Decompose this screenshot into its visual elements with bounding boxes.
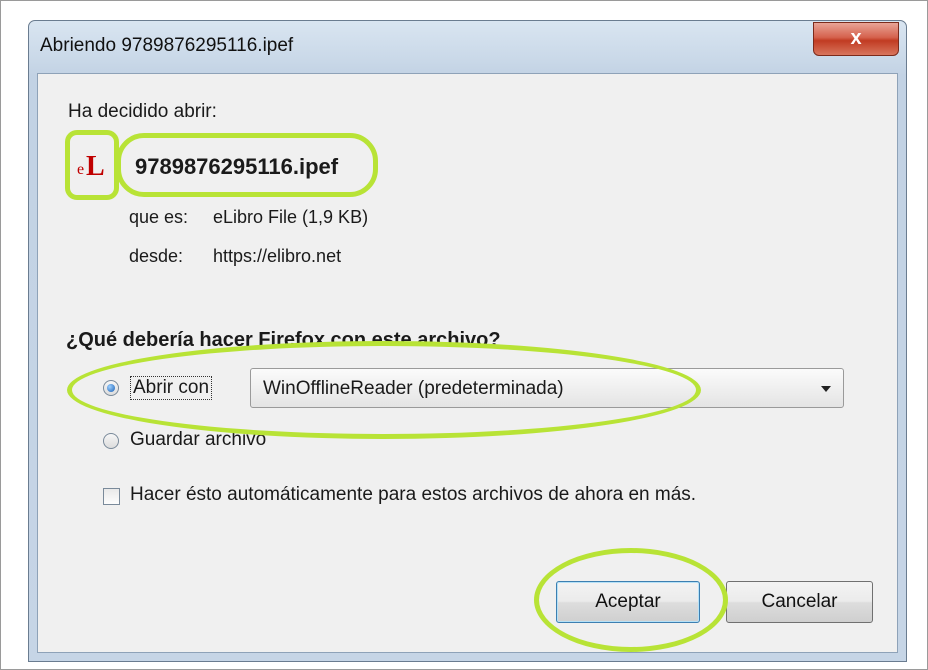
file-source-label: desde:: [129, 246, 184, 266]
open-with-radio[interactable]: [103, 380, 119, 396]
dialog-title: Abriendo 9789876295116.ipef: [40, 35, 294, 56]
save-file-radio[interactable]: [103, 433, 119, 449]
elibro-icon-e: e: [77, 161, 85, 178]
open-with-label[interactable]: Abrir con: [130, 376, 213, 400]
file-name: 9789876295116.ipef: [135, 154, 339, 179]
application-select-value: WinOfflineReader (predeterminada): [263, 378, 564, 399]
file-type-label: que es:: [129, 207, 189, 227]
auto-action-label[interactable]: Hacer ésto automáticamente para estos ar…: [130, 484, 696, 506]
title-bar[interactable]: Abriendo 9789876295116.ipef x: [29, 21, 906, 71]
cancel-button[interactable]: Cancelar: [726, 581, 873, 623]
chevron-down-icon: [821, 386, 831, 392]
intro-text: Ha decidido abrir:: [68, 101, 217, 122]
file-type-value: eLibro File (1,9 KB): [213, 207, 369, 227]
file-source-value: https://elibro.net: [213, 246, 342, 266]
open-file-dialog: Abriendo 9789876295116.ipef x Ha decidid…: [28, 20, 907, 662]
elibro-icon: e L: [73, 151, 117, 185]
screenshot-frame: Abriendo 9789876295116.ipef x Ha decidid…: [0, 0, 928, 670]
elibro-icon-l: L: [86, 151, 105, 182]
dialog-body: Ha decidido abrir: e L 9789876295116.ipe…: [37, 73, 898, 653]
action-question: ¿Qué debería hacer Firefox con este arch…: [66, 329, 501, 351]
auto-action-checkbox[interactable]: [103, 488, 120, 505]
close-button[interactable]: x: [813, 22, 899, 56]
accept-button[interactable]: Aceptar: [556, 581, 700, 623]
close-icon: x: [850, 27, 862, 49]
save-file-label[interactable]: Guardar archivo: [130, 429, 266, 451]
application-select[interactable]: WinOfflineReader (predeterminada): [250, 368, 844, 408]
